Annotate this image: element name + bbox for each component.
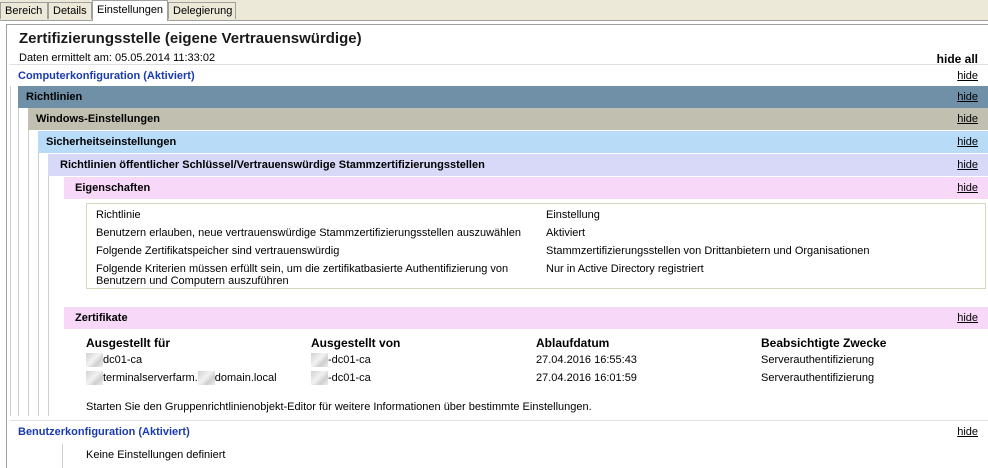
report-date: Daten ermittelt am: 05.05.2014 11:33:02: [19, 52, 216, 64]
redacted-block: [311, 353, 328, 367]
computer-config-title[interactable]: Computerkonfiguration (Aktiviert): [18, 65, 195, 87]
redacted-block: [86, 371, 103, 385]
column-header-policy: Richtlinie: [96, 209, 141, 221]
pki-header: Richtlinien öffentlicher Schlüssel/Vertr…: [48, 154, 988, 176]
cert-issued-to: dc01-ca: [86, 353, 142, 367]
tree-guide: [48, 176, 49, 416]
certificates-title: Zertifikate: [75, 312, 128, 324]
windows-settings-title: Windows-Einstellungen: [36, 113, 160, 125]
tab-einstellungen[interactable]: Einstellungen: [92, 0, 168, 21]
policy-name: Folgende Zertifikatspeicher sind vertrau…: [96, 245, 340, 257]
gpo-editor-note: Starten Sie den Gruppenrichtlinienobjekt…: [86, 401, 592, 413]
tree-guide: [38, 152, 39, 416]
tree-guide: [18, 108, 19, 416]
hide-link[interactable]: hide: [957, 108, 978, 130]
properties-title: Eigenschaften: [75, 182, 151, 194]
hide-link[interactable]: hide: [957, 86, 978, 108]
tab-label: Delegierung: [173, 5, 233, 17]
redacted-block: [86, 353, 103, 367]
policy-name: Folgende Kriterien müssen erfüllt sein, …: [96, 263, 509, 287]
report-title: Zertifizierungsstelle (eigene Vertrauens…: [19, 30, 362, 47]
cert-expiry: 27.04.2016 16:01:59: [536, 372, 637, 384]
user-config-header: Benutzerkonfiguration (Aktiviert) hide: [10, 420, 988, 442]
policy-value: Stammzertifizierungsstellen von Drittanb…: [546, 245, 870, 257]
certificates-header: Zertifikate hide: [64, 307, 988, 329]
cert-purpose: Serverauthentifizierung: [761, 354, 875, 366]
user-config-title[interactable]: Benutzerkonfiguration (Aktiviert): [18, 421, 190, 443]
tree-guide: [10, 86, 11, 416]
cert-purpose: Serverauthentifizierung: [761, 372, 875, 384]
tab-bar: Bereich Details Einstellungen Delegierun…: [0, 0, 988, 21]
tab-label: Einstellungen: [97, 4, 164, 16]
hide-link[interactable]: hide: [957, 177, 978, 199]
security-settings-header: Sicherheitseinstellungen hide: [38, 131, 988, 153]
policy-value: Aktiviert: [546, 227, 586, 239]
policy-value: Nur in Active Directory registriert: [546, 263, 704, 275]
properties-header: Eigenschaften hide: [64, 177, 988, 199]
cert-issued-to: terminalserverfarm. domain.local: [86, 371, 277, 385]
tree-guide: [28, 130, 29, 416]
cert-issued-by: -dc01-ca: [311, 353, 371, 367]
column-header-issued-to: Ausgestellt für: [86, 336, 171, 350]
security-settings-title: Sicherheitseinstellungen: [46, 136, 177, 148]
pki-title: Richtlinien öffentlicher Schlüssel/Vertr…: [60, 159, 485, 171]
tab-bereich[interactable]: Bereich: [0, 2, 48, 19]
cert-expiry: 27.04.2016 16:55:43: [536, 354, 637, 366]
hide-link[interactable]: hide: [957, 131, 978, 153]
no-settings-text: Keine Einstellungen definiert: [86, 449, 226, 461]
column-header-expiry: Ablaufdatum: [536, 336, 610, 350]
tab-label: Bereich: [5, 5, 43, 17]
tab-details[interactable]: Details: [48, 2, 92, 19]
policy-name: Benutzern erlauben, neue vertrauenswürdi…: [96, 227, 521, 239]
column-header-setting: Einstellung: [546, 209, 600, 221]
policies-header: Richtlinien hide: [18, 86, 988, 108]
cert-issued-by: -dc01-ca: [311, 371, 371, 385]
redacted-block: [197, 371, 215, 385]
policies-title: Richtlinien: [26, 91, 83, 103]
hide-link[interactable]: hide: [957, 65, 978, 87]
hide-link[interactable]: hide: [957, 307, 978, 329]
column-header-issued-by: Ausgestellt von: [311, 336, 401, 350]
tree-guide: [62, 444, 63, 468]
redacted-block: [311, 371, 328, 385]
windows-settings-header: Windows-Einstellungen hide: [28, 108, 988, 130]
column-header-purpose: Beabsichtigte Zwecke: [761, 336, 887, 350]
computer-config-header: Computerkonfiguration (Aktiviert) hide: [10, 64, 988, 86]
tab-delegierung[interactable]: Delegierung: [168, 2, 236, 19]
hide-link[interactable]: hide: [957, 421, 978, 443]
hide-link[interactable]: hide: [957, 154, 978, 176]
tab-label: Details: [53, 5, 87, 17]
